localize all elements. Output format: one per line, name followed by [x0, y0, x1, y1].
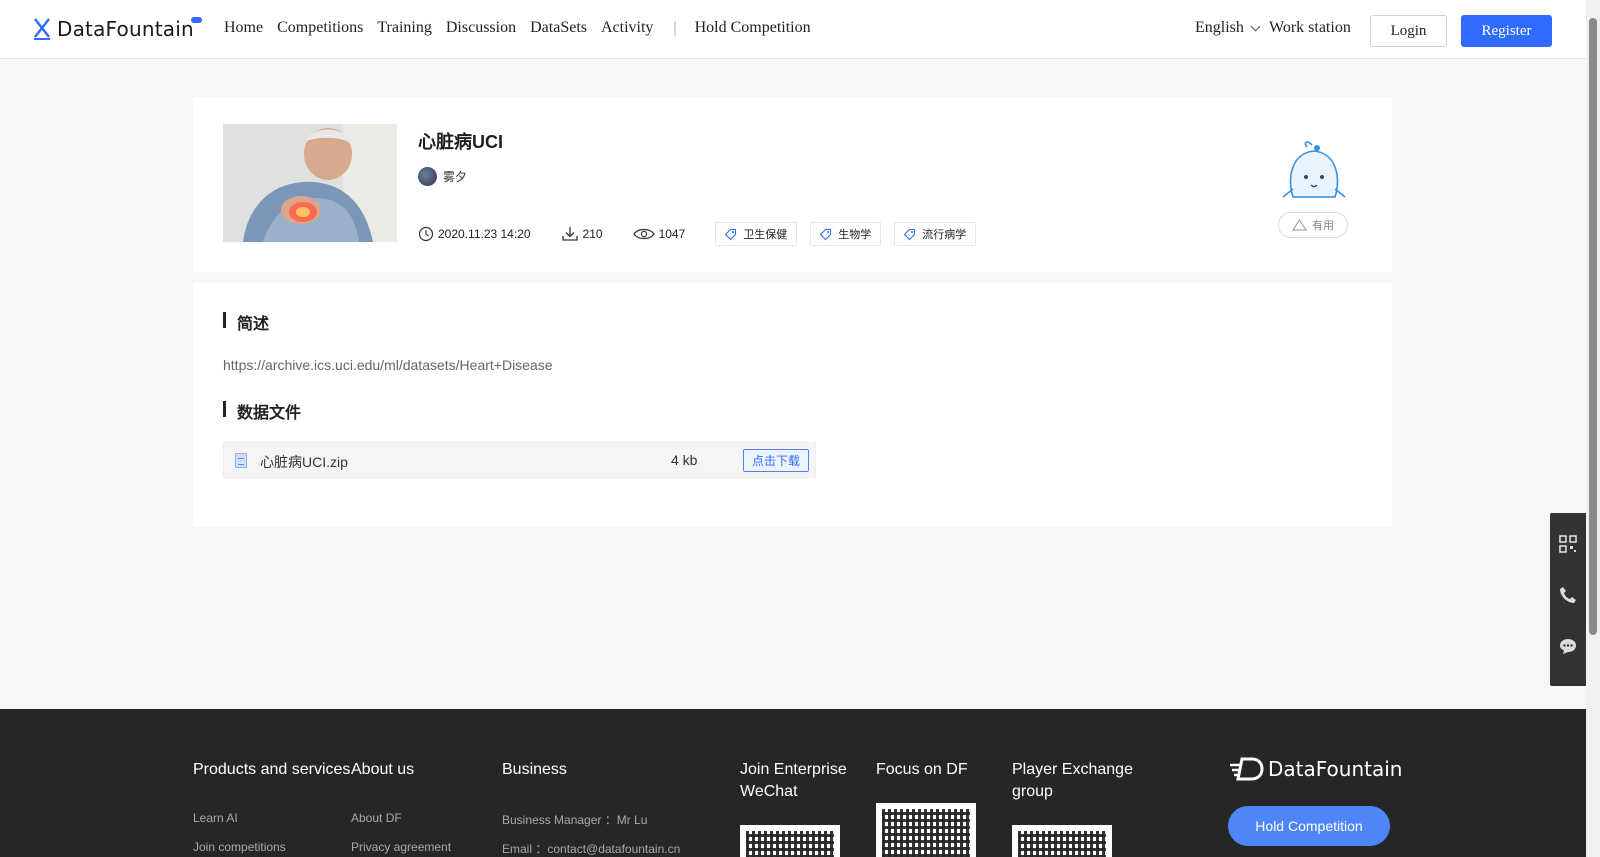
page-scrollbar[interactable] [1586, 0, 1600, 857]
nav-discussion[interactable]: Discussion [446, 19, 516, 37]
download-icon [561, 227, 578, 241]
footer-logo-text: DataFountain [1268, 757, 1403, 781]
download-button[interactable]: 点击下载 [743, 449, 809, 472]
main-nav: Home Competitions Training Discussion Da… [224, 19, 825, 37]
nav-competitions[interactable]: Competitions [277, 19, 363, 37]
chat-icon[interactable] [1559, 637, 1577, 655]
tag-label: 卫生保健 [743, 229, 788, 241]
footer-hold-competition-button[interactable]: Hold Competition [1228, 806, 1390, 846]
datafountain-logo[interactable]: DataFountain [33, 15, 202, 43]
tag-label: 生物学 [838, 229, 872, 241]
footer-business-title: Business [502, 761, 567, 778]
df-qr-code [876, 803, 976, 857]
heart-attack-photo [223, 124, 397, 242]
nav-activity[interactable]: Activity [601, 19, 653, 37]
footer-business-manager: Business Manager ：Mr Lu [502, 813, 648, 827]
footer-link-about-df[interactable]: About DF [351, 811, 402, 825]
language-selector[interactable]: English [1195, 19, 1261, 37]
eye-icon [632, 228, 655, 240]
top-navbar: DataFountain Home Competitions Training … [0, 0, 1586, 59]
data-files-title: 数据文件 [223, 399, 301, 423]
avatar [418, 167, 437, 186]
publish-date: 2020.11.23 14:20 [418, 226, 531, 242]
nav-training[interactable]: Training [377, 19, 432, 37]
chevron-down-icon [1250, 21, 1261, 31]
useful-button[interactable]: 有用 [1278, 212, 1348, 238]
logo-text: DataFountain [57, 17, 194, 41]
download-count-text: 210 [582, 227, 603, 241]
description-title: 简述 [223, 310, 269, 334]
useful-label: 有用 [1312, 220, 1334, 232]
tag-label: 流行病学 [922, 229, 967, 241]
dataset-cover-image [223, 124, 397, 242]
author-name: 雾夕 [443, 170, 468, 184]
qrcode-icon[interactable] [1559, 535, 1577, 553]
nav-separator: | [673, 19, 677, 36]
mascot-icon [1282, 141, 1346, 198]
wechat-qr-code [740, 825, 840, 857]
nav-hold-competition[interactable]: Hold Competition [695, 19, 811, 37]
file-size: 4 kb [671, 452, 698, 468]
tag-biology[interactable]: 生物学 [810, 222, 882, 246]
work-station-link[interactable]: Work station [1269, 19, 1351, 37]
publish-date-text: 2020.11.23 14:20 [438, 227, 531, 241]
logo-mark-icon [34, 18, 50, 40]
clock-icon [418, 226, 434, 242]
footer-about-title: About us [351, 761, 415, 778]
footer-focus-title: Focus on DF [876, 761, 968, 778]
nav-datasets[interactable]: DataSets [530, 19, 587, 37]
login-button[interactable]: Login [1370, 15, 1447, 47]
nav-home[interactable]: Home [224, 19, 263, 37]
view-count: 1047 [632, 227, 686, 241]
tag-icon [903, 228, 916, 240]
footer-business-email[interactable]: Email ：contact@datafountain.cn [502, 840, 680, 857]
tag-icon [724, 228, 737, 240]
file-row: 心脏病UCI.zip 4 kb 点击下载 [223, 442, 816, 478]
thumb-up-icon [1292, 219, 1307, 231]
footer-logo-mark-icon [1230, 757, 1264, 781]
download-count: 210 [561, 226, 603, 242]
scrollbar-thumb[interactable] [1589, 18, 1597, 635]
view-count-text: 1047 [658, 227, 686, 241]
footer-link-join-competitions[interactable]: Join competitions [193, 840, 286, 854]
file-icon [235, 453, 247, 468]
language-label: English [1195, 19, 1244, 36]
register-button[interactable]: Register [1461, 15, 1552, 47]
tag-healthcare[interactable]: 卫生保健 [715, 222, 798, 246]
footer-link-privacy[interactable]: Privacy agreement [351, 840, 451, 854]
dataset-title: 心脏病UCI [418, 132, 503, 152]
footer-products-title: Products and services [193, 761, 351, 778]
player-group-qr-code [1012, 825, 1112, 857]
dataset-author[interactable]: 雾夕 [418, 167, 467, 186]
tag-epidemiology[interactable]: 流行病学 [894, 222, 977, 246]
tag-icon [819, 228, 832, 240]
phone-icon[interactable] [1559, 586, 1577, 604]
dataset-header-card: 心脏病UCI 雾夕 2020.11.23 14:20 210 1047 卫生保健… [193, 97, 1392, 272]
footer-logo[interactable]: DataFountain [1228, 757, 1402, 781]
logo-badge [190, 17, 202, 23]
footer-link-learn-ai[interactable]: Learn AI [193, 811, 238, 825]
footer-wechat-title: Join Enterprise WeChat [740, 761, 847, 800]
side-toolbar [1550, 513, 1586, 686]
dataset-meta: 2020.11.23 14:20 210 1047 卫生保健 生物学 流行病学 [418, 222, 989, 246]
dataset-detail-card: 简述 https://archive.ics.uci.edu/ml/datase… [193, 283, 1392, 527]
description-text: https://archive.ics.uci.edu/ml/datasets/… [223, 357, 553, 373]
file-name: 心脏病UCI.zip [260, 454, 348, 470]
site-footer: Products and services Learn AI Join comp… [0, 709, 1586, 857]
footer-player-title: Player Exchange group [1012, 761, 1133, 800]
